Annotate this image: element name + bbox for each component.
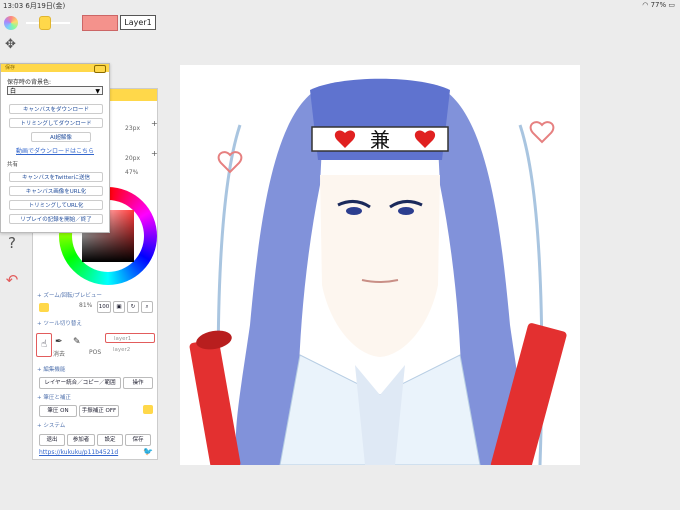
pressure-toggle[interactable]: 筆圧 ON [39,405,77,417]
hand-tool-icon[interactable]: ☝ [36,333,52,357]
drawing-canvas[interactable]: 兼 [180,65,580,465]
fit-icon[interactable]: ▣ [113,301,125,313]
bg-color-select[interactable]: 白 ▼ [7,86,103,95]
status-bar: 13:03 6月19日(金) ◠ 77% ▭ [0,0,680,10]
layer-merge-button[interactable]: レイヤー統合／コピー／範囲 [39,377,121,389]
status-time: 13:03 6月19日(金) [3,2,66,10]
help-icon[interactable]: ? [4,235,20,251]
eyedropper-icon[interactable]: ✎ [73,337,81,347]
svg-text:兼: 兼 [370,128,390,152]
operation-button[interactable]: 操作 [123,377,153,389]
size2-plus-icon[interactable]: + [151,149,158,158]
assist-section-label: + 筆圧と補正 [37,395,71,401]
exit-button[interactable]: 退出 [39,434,65,446]
stabilizer-knob[interactable] [143,405,153,414]
eraser-label: 消去 [53,351,66,358]
status-battery: ◠ 77% ▭ [642,1,675,9]
chevron-down-icon: ▼ [95,88,100,95]
layer-select-button[interactable]: Layer1 [120,15,156,30]
layer-list-item-1[interactable]: layer1 [105,333,155,343]
twitter-share-button[interactable]: キャンバスをTwitterに送信 [9,172,103,182]
video-download-link[interactable]: 動画でダウンロードはこちら [16,146,94,155]
participants-button[interactable]: 参加者 [67,434,95,446]
brush-slider-knob[interactable] [39,16,51,30]
rotate-icon[interactable]: ↻ [127,301,139,313]
save-button[interactable]: 保存 [125,434,151,446]
twitter-icon[interactable]: 🐦 [143,447,153,456]
brush-size-1: 23px [125,125,140,132]
zoom-value: 81% [79,302,93,309]
trim-download-button[interactable]: トリミングしてダウンロード [9,118,103,128]
download-canvas-button[interactable]: キャンバスをダウンロード [9,104,103,114]
layer-list-item-2[interactable]: layer2 [113,347,130,353]
tool-section-label: + ツール切り替え [37,321,82,327]
canvas-url-button[interactable]: キャンバス画像をURL化 [9,186,103,196]
system-section-label: + システム [37,423,66,429]
ai-upscale-button[interactable]: AI超解像 [31,132,91,142]
zoom-slider-knob[interactable] [39,303,49,312]
replay-record-button[interactable]: リプレイの記録を開始／終了 [9,214,103,224]
bg-color-label: 保存時の背景色: [7,79,52,86]
settings-button[interactable]: 設定 [97,434,123,446]
brush-size-2: 20px [125,155,140,162]
zoom-section-label: + ズーム/回転/プレビュー [37,293,102,299]
popup-title: 保存 [5,65,16,71]
pen-icon[interactable]: ✒ [55,337,63,347]
current-color-swatch[interactable] [82,15,118,31]
popup-header: 保存 [1,64,109,73]
trim-url-button[interactable]: トリミングしてURL化 [9,200,103,210]
top-toolbar: Layer1 [0,12,680,32]
popup-close-button[interactable] [94,65,106,73]
share-section-label: 共有 [7,162,19,168]
color-wheel-icon[interactable] [4,16,18,30]
edit-section-label: + 編集機能 [37,367,66,373]
size-plus-icon[interactable]: + [151,119,158,128]
save-popup: 保存 保存時の背景色: 白 ▼ キャンバスをダウンロード トリミングしてダウンロー… [0,63,110,233]
move-icon[interactable]: ✥ [5,38,19,52]
room-url-link[interactable]: https://kukuku/p11b4521d [39,449,118,456]
canvas-artwork: 兼 [189,78,567,465]
magnify-icon[interactable]: ⌕ [141,301,153,313]
zoom-100-button[interactable]: 100 [97,301,111,313]
stabilizer-toggle[interactable]: 手振補正 OFF [79,405,119,417]
redo-icon[interactable]: ↶ [4,272,20,288]
pos-label: POS [89,349,102,356]
opacity-value: 47% [125,169,139,176]
